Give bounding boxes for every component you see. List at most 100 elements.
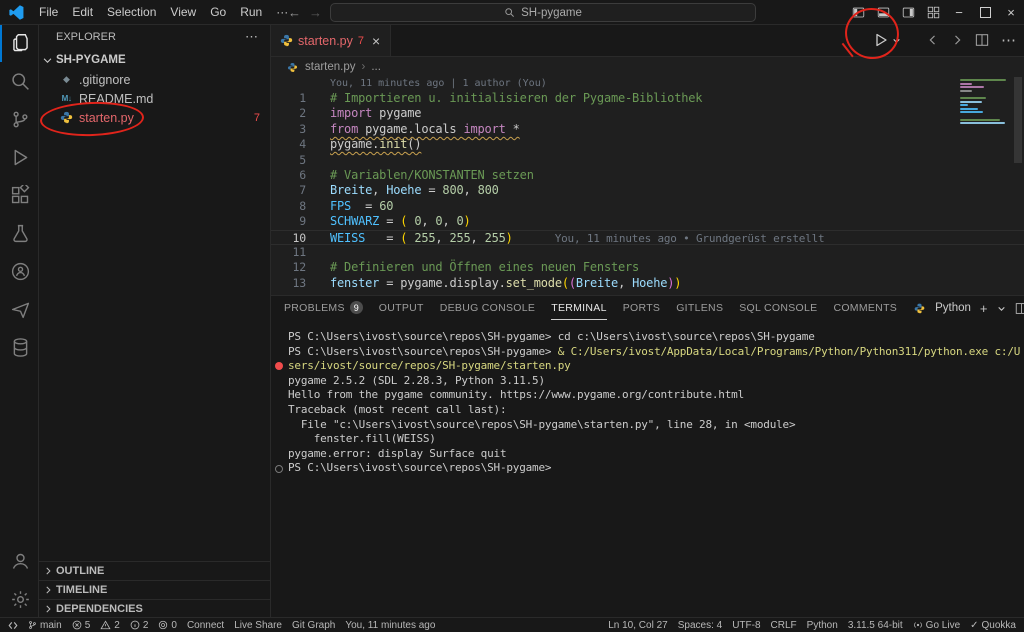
terminal-output[interactable]: PS C:\Users\ivost\source\repos\SH-pygame… <box>270 320 1024 618</box>
nav-back-icon[interactable]: ← <box>288 5 301 20</box>
code-line-4[interactable]: 4pygame.init() <box>270 137 1024 152</box>
file-row-.gitignore[interactable]: ◆.gitignore <box>38 70 270 89</box>
menu-file[interactable]: File <box>32 5 65 19</box>
file-row-starten.py[interactable]: starten.py7 <box>38 108 270 127</box>
run-python-file-button[interactable] <box>873 32 901 48</box>
code-text: # Definieren und Öffnen eines neuen Fens… <box>330 260 639 275</box>
activity-bar <box>0 24 39 618</box>
menu-run[interactable]: Run <box>233 5 269 19</box>
status-sql-connect[interactable]: Connect <box>187 620 224 631</box>
maximize-button[interactable] <box>972 0 998 24</box>
status-counter[interactable]: 0 <box>158 620 177 631</box>
code-line-7[interactable]: 7Breite, Hoehe = 800, 800 <box>270 183 1024 198</box>
remote-explorer-icon[interactable] <box>0 290 38 328</box>
code-line-3[interactable]: 3from pygame.locals import * <box>270 122 1024 137</box>
go-forward-icon[interactable] <box>951 34 963 46</box>
accounts-icon[interactable] <box>0 542 38 580</box>
status-eol[interactable]: CRLF <box>771 620 797 631</box>
panel-tab-ports[interactable]: PORTS <box>623 296 660 320</box>
settings-gear-icon[interactable] <box>0 580 38 618</box>
status-problems-infos[interactable]: 2 <box>130 620 149 631</box>
panel-tab-output[interactable]: OUTPUT <box>379 296 424 320</box>
search-view-icon[interactable] <box>0 62 38 100</box>
status-cursor-position[interactable]: Ln 10, Col 27 <box>608 620 668 631</box>
breadcrumb[interactable]: starten.py › ... <box>270 57 1024 77</box>
panel-tab-sql-console[interactable]: SQL CONSOLE <box>739 296 817 320</box>
gitlens-authors-header[interactable]: You, 11 minutes ago | 1 author (You) <box>270 77 1024 91</box>
code-line-10[interactable]: 10WEISS = ( 255, 255, 255)You, 11 minute… <box>270 230 1024 245</box>
panel-tab-problems[interactable]: PROBLEMS9 <box>284 296 363 320</box>
status-remote-indicator[interactable] <box>8 620 18 631</box>
menu-go[interactable]: Go <box>203 5 233 19</box>
status-git-branch[interactable]: main <box>28 619 62 631</box>
customize-layout-icon[interactable] <box>921 6 946 19</box>
panel-tab-gitlens[interactable]: GITLENS <box>676 296 723 320</box>
status-quokka[interactable]: ✓Quokka <box>970 620 1016 631</box>
code-line-11[interactable]: 11 <box>270 245 1024 260</box>
status-problems-errors[interactable]: 5 <box>72 620 91 631</box>
breadcrumb-file[interactable]: starten.py <box>305 61 356 73</box>
database-icon[interactable] <box>0 328 38 366</box>
nav-forward-icon[interactable]: → <box>309 5 322 20</box>
code-editor[interactable]: You, 11 minutes ago | 1 author (You) 1# … <box>270 77 1024 295</box>
file-label: .gitignore <box>79 73 130 87</box>
status-live-share[interactable]: Live Share <box>234 620 282 631</box>
status-indentation[interactable]: Spaces: 4 <box>678 620 722 631</box>
status-git-graph[interactable]: Git Graph <box>292 620 335 631</box>
toggle-panel-icon[interactable] <box>871 6 896 19</box>
file-row-README.md[interactable]: M↓README.md <box>38 89 270 108</box>
run-and-debug-icon[interactable] <box>0 138 38 176</box>
toggle-sidebar-icon[interactable] <box>846 6 871 19</box>
minimize-button[interactable]: − <box>946 0 972 24</box>
minimap[interactable] <box>960 79 1010 126</box>
tab-starten-py[interactable]: starten.py 7 × <box>270 24 391 56</box>
status-python-interpreter[interactable]: 3.11.5 64-bit <box>848 620 903 631</box>
editor-more-actions-icon[interactable]: ⋯ <box>1001 31 1016 49</box>
status-problems-warnings[interactable]: 2 <box>100 620 120 631</box>
testing-beaker-icon[interactable] <box>0 214 38 252</box>
menu-selection[interactable]: Selection <box>100 5 163 19</box>
code-line-13[interactable]: 13fenster = pygame.display.set_mode((Bre… <box>270 276 1024 291</box>
terminal-profile-chevron-icon[interactable] <box>997 304 1006 313</box>
code-line-6[interactable]: 6# Variablen/KONSTANTEN setzen <box>270 168 1024 183</box>
live-share-icon[interactable] <box>0 252 38 290</box>
menu-edit[interactable]: Edit <box>65 5 100 19</box>
status-go-live[interactable]: Go Live <box>913 620 960 631</box>
section-dependencies[interactable]: DEPENDENCIES <box>38 599 270 618</box>
code-line-2[interactable]: 2import pygame <box>270 106 1024 121</box>
editor-scrollbar[interactable] <box>1014 77 1022 163</box>
section-outline[interactable]: OUTLINE <box>38 561 270 580</box>
panel-tab-comments[interactable]: COMMENTS <box>833 296 897 320</box>
source-control-icon[interactable] <box>0 100 38 138</box>
status-encoding[interactable]: UTF-8 <box>732 620 760 631</box>
tab-label: starten.py <box>298 34 353 48</box>
extensions-icon[interactable] <box>0 176 38 214</box>
breadcrumb-symbol[interactable]: ... <box>371 61 381 73</box>
toggle-secondary-sidebar-icon[interactable] <box>896 6 921 19</box>
status-language-mode[interactable]: Python <box>807 620 838 631</box>
code-line-9[interactable]: 9SCHWARZ = ( 0, 0, 0) <box>270 214 1024 229</box>
section-timeline[interactable]: TIMELINE <box>38 580 270 599</box>
project-name: SH-PYGAME <box>56 54 126 66</box>
code-line-5[interactable]: 5 <box>270 153 1024 168</box>
split-editor-icon[interactable] <box>975 33 989 47</box>
menu-view[interactable]: View <box>163 5 203 19</box>
code-line-1[interactable]: 1# Importieren u. initialisieren der Pyg… <box>270 91 1024 106</box>
panel-tab-debug-console[interactable]: DEBUG CONSOLE <box>440 296 536 320</box>
tab-close-icon[interactable]: × <box>372 33 380 49</box>
editor-actions: ⋯ <box>873 24 1016 56</box>
new-terminal-icon[interactable]: + <box>980 301 988 316</box>
command-center-search[interactable]: SH-pygame <box>330 3 756 22</box>
code-line-12[interactable]: 12# Definieren und Öffnen eines neuen Fe… <box>270 260 1024 275</box>
explorer-icon[interactable] <box>0 24 38 62</box>
code-line-8[interactable]: 8FPS = 60 <box>270 199 1024 214</box>
terminal-profile-label[interactable]: Python <box>935 302 971 314</box>
split-terminal-icon[interactable] <box>1015 302 1024 315</box>
line-number: 13 <box>270 276 306 291</box>
go-back-icon[interactable] <box>927 34 939 46</box>
explorer-more-actions-icon[interactable]: ⋯ <box>245 29 258 45</box>
project-root-folder[interactable]: SH-PYGAME <box>38 50 270 70</box>
status-gitlens-blame[interactable]: You, 11 minutes ago <box>345 620 435 631</box>
panel-tab-terminal[interactable]: TERMINAL <box>551 296 607 320</box>
close-button[interactable]: × <box>998 0 1024 24</box>
